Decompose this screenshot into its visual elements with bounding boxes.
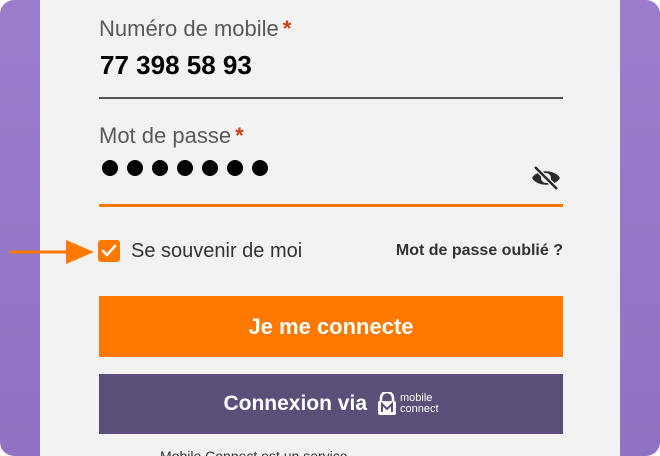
remember-me-checkbox[interactable] xyxy=(98,240,120,262)
required-marker: * xyxy=(282,16,292,41)
mobile-connect-button[interactable]: Connexion via mobile connect xyxy=(99,374,563,434)
remember-me-label[interactable]: Se souvenir de moi xyxy=(131,240,302,263)
required-marker: * xyxy=(235,123,244,148)
password-field-label: Mot de passe * xyxy=(99,123,244,148)
login-button[interactable]: Je me connecte xyxy=(99,296,563,357)
mobile-input-underline xyxy=(99,97,563,99)
arrow-annotation-icon xyxy=(10,240,94,264)
mobile-connect-logo: mobile connect xyxy=(377,392,439,416)
mobile-field-label: Numéro de mobile * xyxy=(99,16,292,41)
mobile-connect-icon xyxy=(378,392,396,415)
password-input-underline xyxy=(99,204,563,207)
forgot-password-link[interactable]: Mot de passe oublié ? xyxy=(396,242,563,260)
password-input[interactable] xyxy=(102,160,268,176)
eye-slash-icon[interactable] xyxy=(530,164,562,192)
app-background: Numéro de mobile * 77 398 58 93 Mot de pa… xyxy=(0,0,660,456)
mobile-connect-label: Connexion via xyxy=(223,392,367,415)
footer-text: Mobile Connect est un service ... xyxy=(160,448,364,456)
checkmark-icon xyxy=(101,244,117,257)
mobile-input[interactable]: 77 398 58 93 xyxy=(100,50,252,81)
